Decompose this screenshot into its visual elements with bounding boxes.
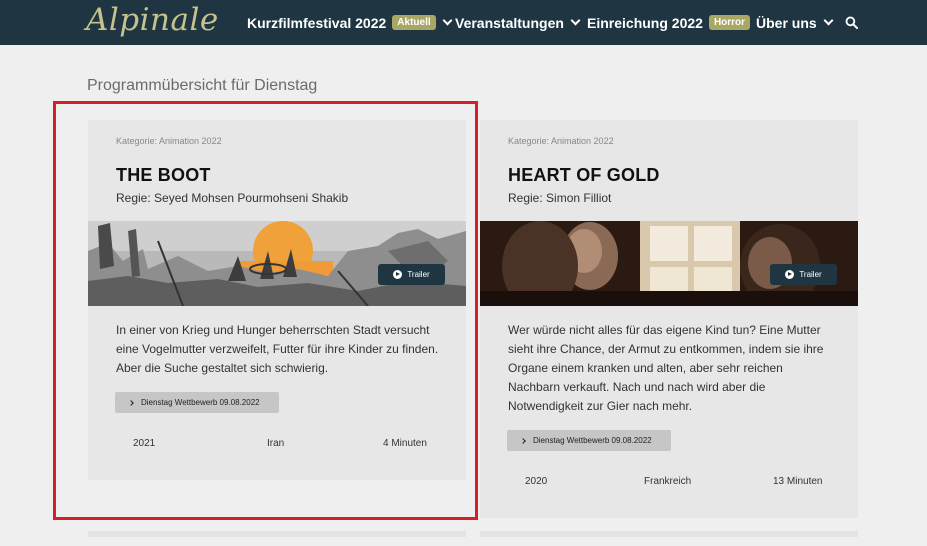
film-still-image: Trailer	[480, 221, 858, 306]
top-navbar: Alpinale Kurzfilmfestival 2022 Aktuell V…	[0, 0, 927, 45]
film-description: Wer würde nicht alles für das eigene Kin…	[508, 323, 824, 413]
page-title: Programmübersicht für Dienstag	[87, 77, 318, 94]
nav-item-ueber-uns[interactable]: Über uns	[756, 0, 834, 45]
film-director: Regie: Simon Filliot	[508, 191, 612, 205]
film-duration: 13 Minuten	[773, 476, 823, 487]
trailer-button[interactable]: Trailer	[770, 264, 837, 285]
nav-item-kurzfilmfestival[interactable]: Kurzfilmfestival 2022 Aktuell	[247, 0, 453, 45]
film-card-heart-of-gold: Kategorie: Animation 2022 HEART OF GOLD …	[480, 120, 858, 518]
film-country: Frankreich	[644, 476, 692, 487]
site-logo[interactable]: Alpinale	[86, 2, 219, 38]
nav-item-label: Kurzfilmfestival 2022	[247, 14, 387, 31]
chevron-down-icon	[823, 15, 834, 25]
film-category: Kategorie: Animation 2022	[508, 136, 614, 146]
status-badge: Aktuell	[392, 15, 436, 30]
chevron-right-icon	[520, 437, 526, 444]
chevron-down-icon	[570, 15, 581, 25]
play-icon	[785, 270, 795, 279]
film-year: 2020	[525, 476, 548, 487]
film-title[interactable]: HEART OF GOLD	[508, 165, 660, 186]
nav-item-label: Einreichung 2022	[587, 14, 703, 31]
status-badge: Horror	[708, 15, 751, 30]
event-button[interactable]: Dienstag Wettbewerb 09.08.2022	[507, 430, 671, 451]
nav-item-veranstaltungen[interactable]: Veranstaltungen	[455, 0, 581, 45]
chevron-down-icon	[442, 15, 453, 25]
next-card-edge	[88, 531, 466, 537]
nav-item-label: Über uns	[756, 14, 817, 31]
nav-item-einreichung[interactable]: Einreichung 2022 Horror	[587, 0, 751, 45]
search-icon[interactable]	[845, 16, 858, 29]
nav-item-label: Veranstaltungen	[455, 14, 564, 31]
trailer-label: Trailer	[799, 270, 822, 279]
event-label: Dienstag Wettbewerb 09.08.2022	[533, 436, 652, 445]
highlight-frame	[53, 101, 478, 520]
next-card-edge	[480, 531, 858, 537]
